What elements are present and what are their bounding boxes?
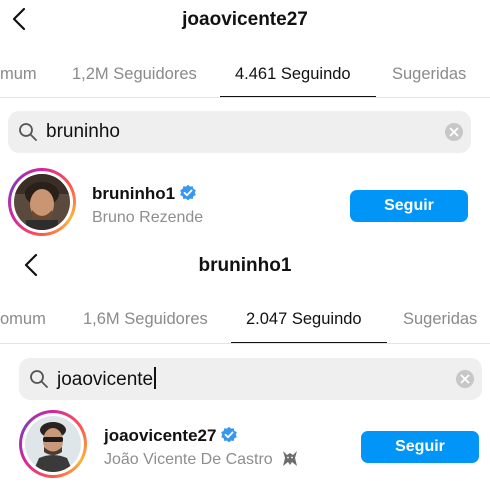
follow-button[interactable]: Seguir bbox=[350, 190, 468, 222]
result-full-name: Bruno Rezende bbox=[92, 209, 204, 226]
top-bar: joaovicente27 bbox=[0, 0, 490, 40]
tab-suggested[interactable]: Sugeridas bbox=[403, 307, 477, 331]
tab-mutual[interactable]: mum bbox=[0, 62, 37, 86]
follow-tabs: omum 1,6M Seguidores 2.047 Seguindo Suge… bbox=[0, 307, 490, 351]
tab-suggested[interactable]: Sugeridas bbox=[392, 62, 466, 86]
profile-photo bbox=[25, 416, 81, 472]
verified-badge-icon bbox=[179, 184, 197, 208]
profile-username-title: bruninho1 bbox=[198, 255, 292, 276]
result-username: bruninho1 bbox=[92, 184, 176, 203]
search-bar[interactable]: bruninho bbox=[8, 111, 471, 153]
tab-following[interactable]: 2.047 Seguindo bbox=[246, 307, 362, 331]
search-icon bbox=[29, 369, 49, 394]
verified-badge-icon bbox=[220, 426, 238, 450]
clear-search-icon[interactable] bbox=[444, 122, 464, 142]
tabs-divider bbox=[0, 97, 490, 98]
result-full-name-line: João Vicente De Castro bbox=[104, 449, 300, 474]
avatar[interactable] bbox=[8, 168, 76, 236]
avatar[interactable] bbox=[19, 410, 87, 478]
follow-button[interactable]: Seguir bbox=[361, 431, 479, 463]
screen-bruninho-following: bruninho1 omum 1,6M Seguidores 2.047 Seg… bbox=[0, 245, 490, 495]
tab-mutual[interactable]: omum bbox=[0, 307, 46, 331]
profile-username-title: joaovicente27 bbox=[182, 9, 308, 30]
tab-followers[interactable]: 1,2M Seguidores bbox=[72, 62, 197, 86]
tab-following[interactable]: 4.461 Seguindo bbox=[235, 62, 351, 86]
search-input[interactable]: bruninho bbox=[46, 120, 120, 144]
tab-followers[interactable]: 1,6M Seguidores bbox=[83, 307, 208, 331]
result-username-line: joaovicente27 bbox=[104, 425, 238, 450]
search-result-row[interactable]: joaovicente27 João Vicente De Castro Seg… bbox=[0, 410, 490, 482]
clear-search-icon[interactable] bbox=[455, 369, 475, 389]
top-bar: bruninho1 bbox=[0, 245, 490, 285]
search-input[interactable]: joaovicente bbox=[57, 367, 156, 392]
text-cursor bbox=[154, 367, 156, 389]
result-full-name: João Vicente De Castro bbox=[104, 451, 273, 468]
follow-tabs: mum 1,2M Seguidores 4.461 Seguindo Suger… bbox=[0, 62, 490, 106]
search-icon bbox=[18, 122, 38, 147]
result-username: joaovicente27 bbox=[104, 426, 217, 445]
tabs-divider bbox=[0, 343, 490, 344]
result-username-line: bruninho1 bbox=[92, 183, 197, 208]
search-bar[interactable]: joaovicente bbox=[19, 358, 482, 400]
screen-joaovicente-following: joaovicente27 mum 1,2M Seguidores 4.461 … bbox=[0, 0, 490, 245]
wolf-icon bbox=[280, 449, 300, 474]
comparison-screenshot: joaovicente27 mum 1,2M Seguidores 4.461 … bbox=[0, 0, 490, 495]
search-result-row[interactable]: bruninho1 Bruno Rezende Seguir bbox=[0, 168, 490, 240]
profile-photo bbox=[14, 174, 70, 230]
